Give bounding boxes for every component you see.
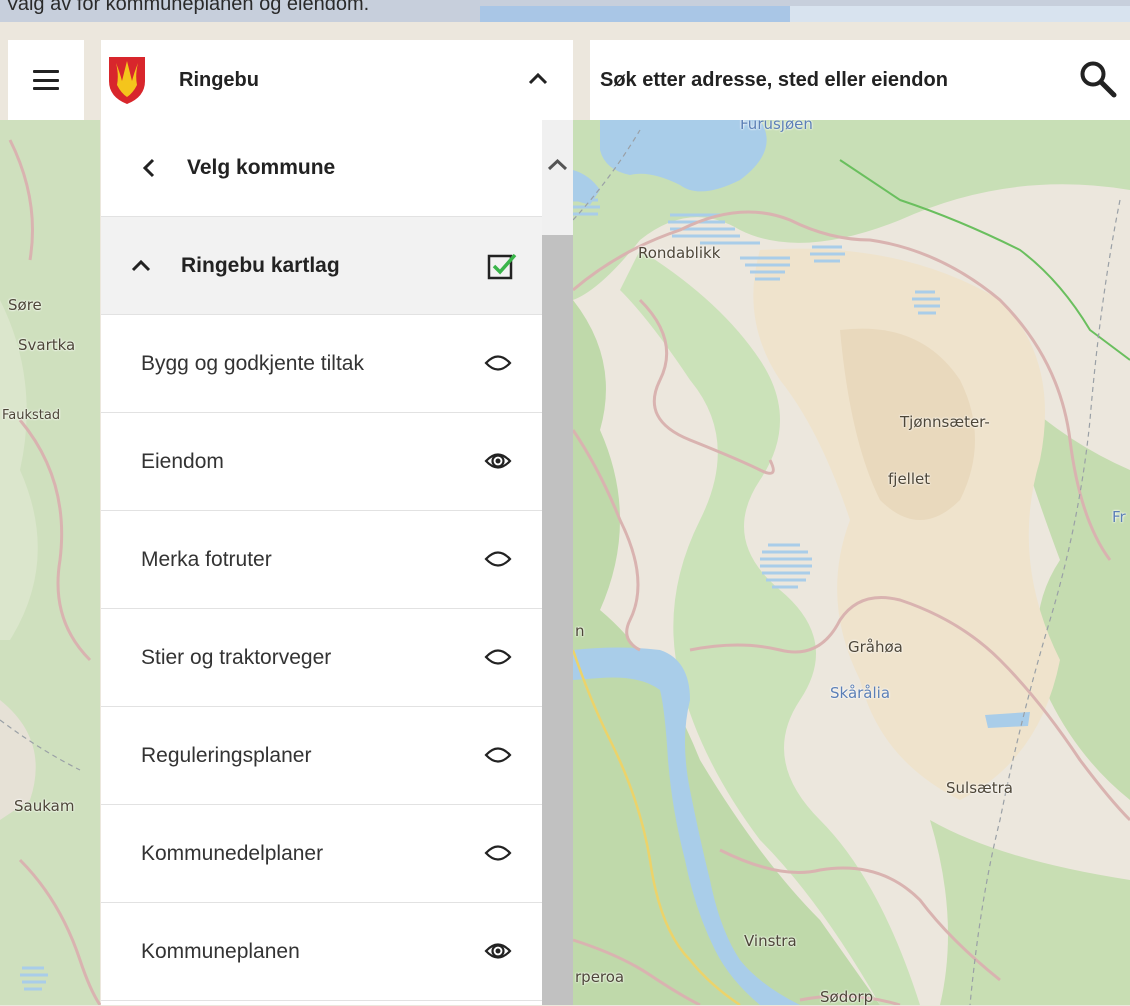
municipality-name: Ringebu — [179, 68, 259, 91]
chevron-left-icon — [142, 158, 155, 178]
checkbox-checked-icon[interactable] — [487, 251, 517, 281]
layer-label: Kommuneplanen — [141, 939, 300, 963]
scroll-up-arrow-icon[interactable] — [542, 150, 573, 180]
map-label-sodorp: Sødorp — [820, 988, 874, 1006]
map-label-grahoa: Gråhøa — [848, 638, 903, 656]
search-input[interactable]: Søk etter adresse, sted eller eiendon — [600, 69, 948, 92]
layer-row[interactable]: Eiendom — [101, 413, 542, 511]
map-label-vinstra: Vinstra — [744, 932, 797, 950]
map-label-n: n — [575, 622, 585, 640]
back-label: Velg kommune — [187, 156, 336, 179]
layer-label: Kommunedelplaner — [141, 841, 324, 865]
map-label-saukam: Saukam — [14, 797, 75, 815]
menu-button[interactable] — [8, 40, 84, 120]
ringebu-crest-icon — [109, 57, 145, 104]
map-label-faukstad: Faukstad — [2, 408, 61, 423]
layer-list: Velg kommune Ringebu kartlag Bygg og god… — [101, 120, 542, 1001]
eye-visible-icon[interactable] — [484, 939, 512, 963]
layer-row[interactable]: Reguleringsplaner — [101, 707, 542, 805]
layer-panel: Ringebu Velg kommune Ringebu kartlag Byg… — [101, 40, 573, 1005]
group-header-ringebu-kartlag[interactable]: Ringebu kartlag — [101, 217, 542, 315]
layer-label: Eiendom — [141, 449, 224, 473]
layer-label: Merka fotruter — [141, 547, 272, 571]
layer-row[interactable]: Bygg og godkjente tiltak — [101, 315, 542, 413]
map-label-fjellet: fjellet — [888, 470, 931, 488]
hamburger-icon — [33, 70, 59, 90]
map-label-rperoa: rperoa — [575, 968, 625, 986]
map-label-svartka: Svartka — [18, 336, 76, 354]
panel-scrollbar-thumb[interactable] — [542, 235, 573, 1005]
map-label-fr: Fr — [1112, 508, 1126, 526]
layer-row[interactable]: Stier og traktorveger — [101, 609, 542, 707]
map-label-sulsaetra: Sulsætra — [946, 779, 1013, 797]
layer-label: Reguleringsplaner — [141, 743, 312, 767]
map-label-sore: Søre — [8, 296, 42, 314]
layer-label: Bygg og godkjente tiltak — [141, 351, 364, 375]
layer-row[interactable]: Kommunedelplaner — [101, 805, 542, 903]
layer-row[interactable]: Merka fotruter — [101, 511, 542, 609]
map-label-tjonnsaeter: Tjønnsæter- — [900, 413, 990, 431]
panel-header[interactable]: Ringebu — [101, 40, 573, 120]
eye-hidden-icon[interactable] — [484, 351, 512, 375]
eye-hidden-icon[interactable] — [484, 547, 512, 571]
layer-row[interactable]: Kommuneplanen — [101, 903, 542, 1001]
eye-visible-icon[interactable] — [484, 449, 512, 473]
search-icon[interactable] — [1078, 59, 1118, 99]
group-label: Ringebu kartlag — [181, 253, 340, 277]
map-label-rondablikk: Rondablikk — [638, 244, 721, 262]
map-label-skaralia: Skårålia — [830, 684, 891, 702]
search-bar[interactable]: Søk etter adresse, sted eller eiendon — [590, 40, 1130, 120]
caption-text: Valg av for kommuneplanen og eiendom. — [6, 0, 370, 15]
eye-hidden-icon[interactable] — [484, 645, 512, 669]
back-to-kommune-button[interactable]: Velg kommune — [101, 120, 542, 217]
eye-hidden-icon[interactable] — [484, 841, 512, 865]
top-caption-bar: Valg av for kommuneplanen og eiendom. — [0, 0, 1130, 22]
chevron-up-icon — [131, 259, 151, 271]
eye-hidden-icon[interactable] — [484, 743, 512, 767]
chevron-up-icon[interactable] — [525, 66, 551, 92]
layer-label: Stier og traktorveger — [141, 645, 332, 669]
